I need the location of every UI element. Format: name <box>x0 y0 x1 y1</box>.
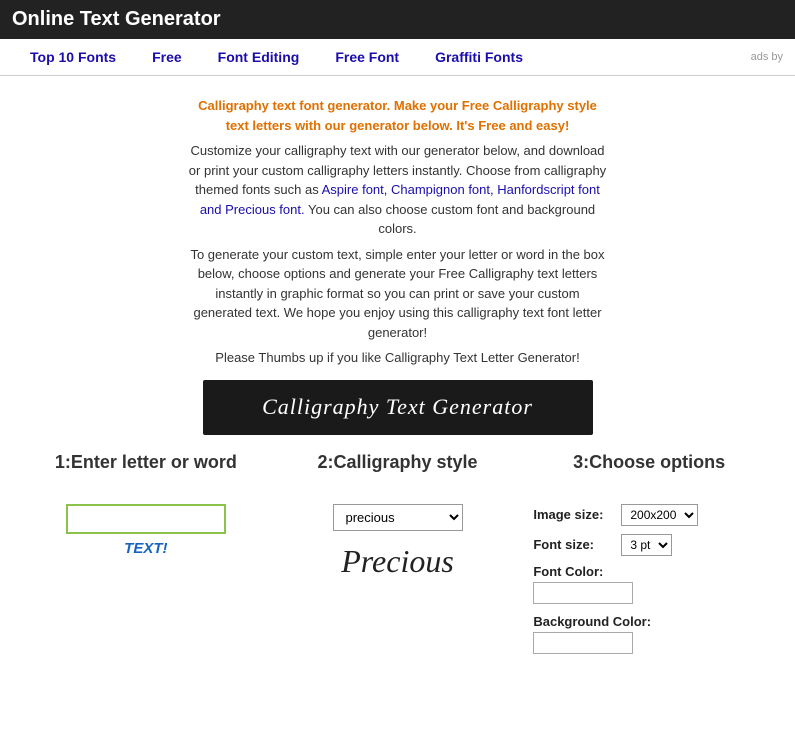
nav-bar: Top 10 Fonts Free Font Editing Free Font… <box>0 39 795 76</box>
text-input-wrapper: TEXT! <box>30 504 262 557</box>
generator-columns: 1:Enter letter or word TEXT! 2:Calligrap… <box>20 451 775 664</box>
col-calligraphy-style: 2:Calligraphy style aspire champignon ha… <box>272 451 524 664</box>
style-selector-wrapper: aspire champignon hanfordscript precious… <box>282 504 514 580</box>
desc-line3: You can also choose custom font and back… <box>308 202 595 237</box>
text-input[interactable] <box>66 504 226 534</box>
preview-label: TEXT! <box>124 540 167 557</box>
font-size-select[interactable]: 1 pt 2 pt 3 pt 4 pt 5 pt <box>621 534 672 556</box>
nav-item-fontediting[interactable]: Font Editing <box>200 45 318 69</box>
page-title: Online Text Generator <box>12 8 221 30</box>
image-size-select[interactable]: 100x100 150x150 200x200 250x250 300x300 <box>621 504 698 526</box>
page-header: Online Text Generator <box>0 0 795 39</box>
banner-text: Calligraphy Text Generator <box>262 394 533 420</box>
style-select[interactable]: aspire champignon hanfordscript precious <box>333 504 463 531</box>
main-content: Calligraphy text font generator. Make yo… <box>0 76 795 674</box>
image-size-label: Image size: <box>533 507 613 522</box>
ads-label: ads by <box>751 51 783 63</box>
col-enter-text: 1:Enter letter or word TEXT! <box>20 451 272 664</box>
nav-item-free[interactable]: Free <box>134 45 200 69</box>
font-preview: Precious <box>282 543 514 580</box>
col2-title: 2:Calligraphy style <box>282 451 514 474</box>
font-color-row: Font Color: <box>533 564 765 604</box>
desc-title: Calligraphy text font generator. Make yo… <box>198 98 597 133</box>
banner-image: Calligraphy Text Generator <box>203 380 593 435</box>
col-options: 3:Choose options Image size: 100x100 150… <box>523 451 775 664</box>
desc-line5: Please Thumbs up if you like Calligraphy… <box>215 350 579 365</box>
image-size-row: Image size: 100x100 150x150 200x200 250x… <box>533 504 765 526</box>
nav-item-top10[interactable]: Top 10 Fonts <box>12 45 134 69</box>
bg-color-input[interactable] <box>533 632 633 654</box>
font-size-label: Font size: <box>533 537 613 552</box>
bg-color-label: Background Color: <box>533 614 765 629</box>
font-color-input[interactable] <box>533 582 633 604</box>
font-size-row: Font size: 1 pt 2 pt 3 pt 4 pt 5 pt <box>533 534 765 556</box>
col3-title: 3:Choose options <box>533 451 765 474</box>
desc-line4: To generate your custom text, simple ent… <box>190 247 604 340</box>
bg-color-row: Background Color: <box>533 614 765 654</box>
font-color-label: Font Color: <box>533 564 765 579</box>
nav-item-graffiti[interactable]: Graffiti Fonts <box>417 45 541 69</box>
col1-title: 1:Enter letter or word <box>30 451 262 474</box>
nav-item-freefont[interactable]: Free Font <box>317 45 417 69</box>
description-block: Calligraphy text font generator. Make yo… <box>188 96 608 368</box>
